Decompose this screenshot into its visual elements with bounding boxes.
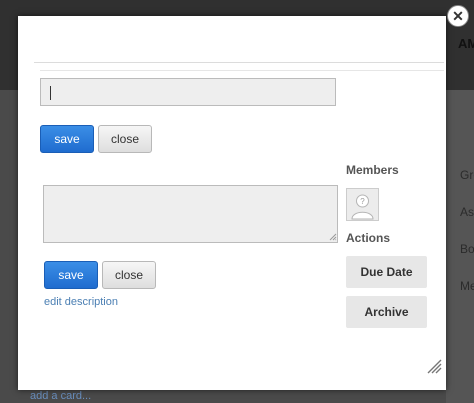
card-title-input[interactable] <box>40 78 336 106</box>
close-icon[interactable]: ✕ <box>447 5 469 27</box>
title-save-button[interactable]: save <box>40 125 94 153</box>
edit-description-link[interactable]: edit description <box>44 296 118 308</box>
background-sidebar-item: Gro <box>460 168 474 182</box>
svg-text:?: ? <box>360 197 365 206</box>
members-heading: Members <box>346 163 399 177</box>
description-textarea[interactable] <box>43 185 338 243</box>
description-close-button[interactable]: close <box>102 261 156 289</box>
card-detail-modal: save close save close edit description M… <box>18 16 446 390</box>
background-add-card-link: add a card... <box>30 390 92 402</box>
user-placeholder-icon: ? <box>351 194 374 220</box>
background-sidebar-item: Ass <box>460 205 474 219</box>
background-sidebar-item: Boa <box>460 242 474 256</box>
due-date-button[interactable]: Due Date <box>346 256 427 288</box>
modal-divider <box>34 62 444 63</box>
member-avatar[interactable]: ? <box>346 188 379 221</box>
background-sidebar-item: Me <box>460 279 474 293</box>
modal-divider <box>40 70 444 71</box>
background-header-text: AM <box>458 36 474 51</box>
actions-heading: Actions <box>346 231 391 245</box>
text-caret <box>50 86 51 100</box>
description-save-button[interactable]: save <box>44 261 98 289</box>
modal-resize-icon[interactable] <box>426 358 442 374</box>
title-close-button[interactable]: close <box>98 125 152 153</box>
resize-grip-icon[interactable] <box>329 233 337 241</box>
archive-button[interactable]: Archive <box>346 296 427 328</box>
